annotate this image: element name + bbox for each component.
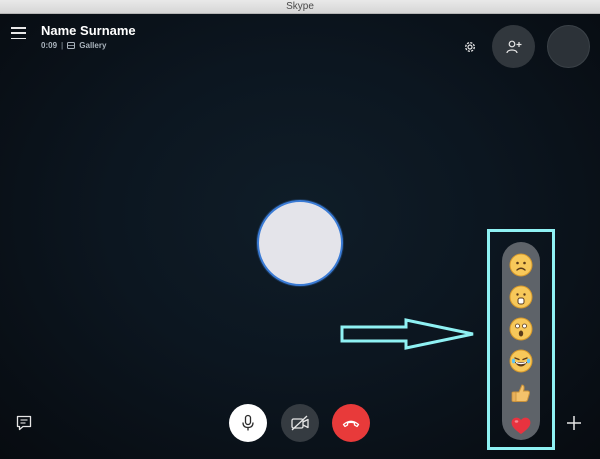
caller-name: Name Surname: [41, 23, 136, 38]
add-person-icon: [505, 40, 521, 53]
more-options-button[interactable]: [565, 414, 583, 432]
view-mode-label[interactable]: Gallery: [79, 41, 106, 50]
chat-icon: [16, 415, 32, 431]
microphone-button[interactable]: [229, 404, 267, 442]
video-off-icon: [291, 415, 309, 431]
sad-emoji-icon[interactable]: [508, 252, 534, 278]
hamburger-menu-icon[interactable]: [11, 27, 26, 39]
gallery-icon: [67, 42, 76, 49]
participant-avatar: [257, 200, 343, 286]
reactions-panel: [502, 242, 540, 440]
self-avatar[interactable]: [547, 25, 590, 68]
shocked-emoji-icon[interactable]: [508, 316, 534, 342]
window-title: Skype: [286, 1, 314, 12]
video-toggle-button[interactable]: [281, 404, 319, 442]
phone-hangup-icon: [342, 420, 360, 428]
hang-up-button[interactable]: [332, 404, 370, 442]
plus-icon: [567, 416, 581, 430]
gear-icon: [465, 42, 475, 52]
thumbs-up-emoji-icon[interactable]: [508, 380, 534, 406]
microphone-icon: [242, 414, 254, 431]
meta-separator: |: [61, 41, 64, 50]
annotation-arrow: [340, 318, 474, 350]
call-duration: 0:09: [41, 41, 58, 50]
call-meta: 0:09 | Gallery: [41, 40, 106, 51]
chat-button[interactable]: [15, 414, 33, 432]
window-titlebar: Skype: [0, 0, 600, 14]
settings-button[interactable]: [460, 37, 480, 57]
laughing-emoji-icon[interactable]: [508, 348, 534, 374]
surprised-emoji-icon[interactable]: [508, 284, 534, 310]
add-participant-button[interactable]: [492, 25, 535, 68]
heart-emoji-icon[interactable]: [508, 412, 534, 438]
